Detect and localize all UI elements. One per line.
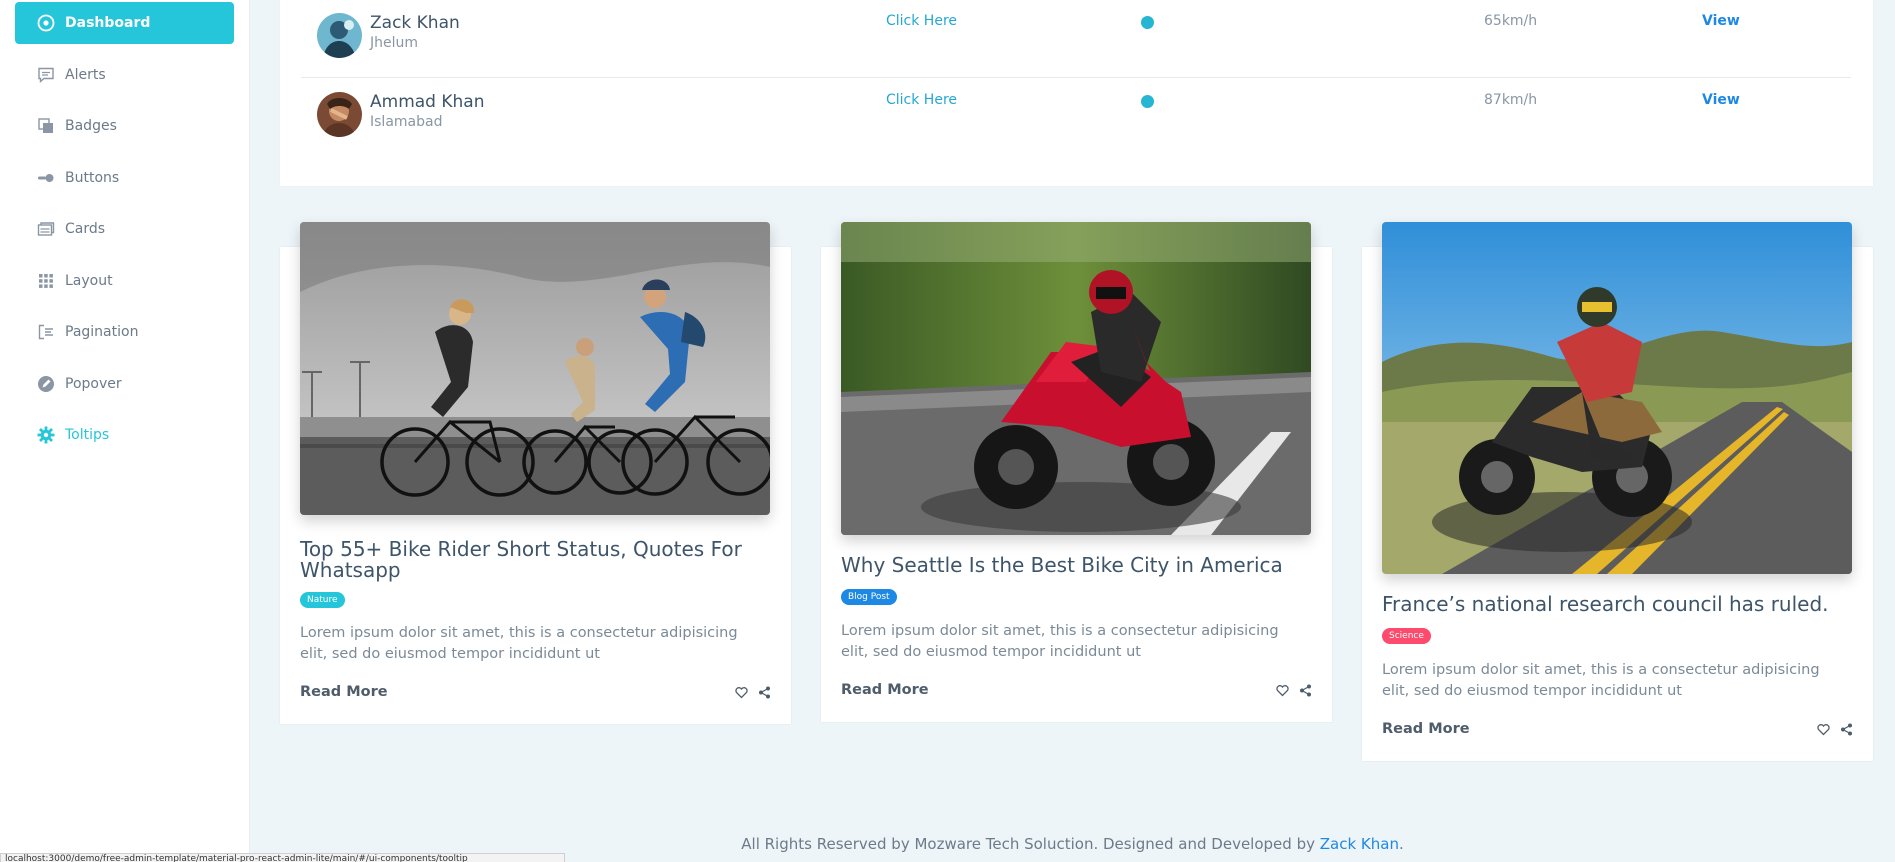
view-link[interactable]: View bbox=[1702, 13, 1740, 29]
sidebar-item-label: Buttons bbox=[65, 169, 120, 186]
avatar bbox=[317, 92, 362, 137]
sidebar-item-popover[interactable]: Popover bbox=[15, 363, 234, 405]
sidebar-item-layout[interactable]: Layout bbox=[15, 260, 234, 302]
browser-status-url: localhost:3000/demo/free-admin-template/… bbox=[0, 853, 565, 862]
status-dot bbox=[1141, 95, 1154, 108]
speed-value: 65km/h bbox=[1484, 13, 1538, 29]
blog-title: France’s national research council has r… bbox=[1382, 592, 1829, 616]
blog-image-road-motorcycle bbox=[1382, 222, 1852, 574]
sidebar-item-label: Badges bbox=[65, 118, 117, 134]
avatar bbox=[317, 13, 362, 58]
rider-name: Zack Khan bbox=[370, 13, 460, 33]
blog-image-cyclists bbox=[300, 222, 770, 515]
gear-icon bbox=[37, 426, 55, 444]
sidebar-nav: Dashboard Alerts Badges Buttons Cards La… bbox=[0, 0, 249, 456]
sidebar-item-dashboard[interactable]: Dashboard bbox=[15, 2, 234, 44]
copy-icon bbox=[37, 117, 55, 135]
sidebar-item-label: Layout bbox=[65, 272, 113, 289]
rider-location: Islamabad bbox=[370, 114, 443, 130]
comment-icon bbox=[37, 66, 55, 84]
share-icon[interactable] bbox=[1299, 684, 1312, 697]
read-more-link[interactable]: Read More bbox=[841, 682, 929, 698]
page-footer: All Rights Reserved by Mozware Tech Solu… bbox=[250, 835, 1895, 853]
edit-icon bbox=[37, 375, 55, 393]
card-actions bbox=[1276, 684, 1312, 697]
card-actions bbox=[1817, 723, 1853, 736]
target-icon bbox=[37, 14, 55, 32]
table-row: Zack Khan Jhelum Click Here 65km/h View bbox=[301, 0, 1851, 78]
sidebar-item-label: Alerts bbox=[65, 66, 106, 83]
riders-table-card: Zack Khan Jhelum Click Here 65km/h View … bbox=[280, 0, 1873, 186]
blog-card: Top 55+ Bike Rider Short Status, Quotes … bbox=[280, 222, 791, 724]
speed-value: 87km/h bbox=[1484, 92, 1538, 108]
status-dot bbox=[1141, 16, 1154, 29]
sidebar-item-label: Dashboard bbox=[65, 15, 151, 31]
share-icon[interactable] bbox=[1840, 723, 1853, 736]
read-more-link[interactable]: Read More bbox=[300, 684, 388, 700]
sidebar-item-label: Cards bbox=[65, 221, 106, 237]
toggle-icon bbox=[37, 169, 55, 187]
sidebar-item-label: Pagination bbox=[65, 324, 139, 340]
blog-image-motorcycle bbox=[841, 222, 1311, 535]
sidebar-item-cards[interactable]: Cards bbox=[15, 208, 234, 250]
share-icon[interactable] bbox=[758, 686, 771, 699]
sidebar-item-label: Toltips bbox=[65, 427, 110, 443]
read-more-link[interactable]: Read More bbox=[1382, 721, 1470, 737]
sidebar: Dashboard Alerts Badges Buttons Cards La… bbox=[0, 0, 250, 862]
blog-title: Why Seattle Is the Best Bike City in Ame… bbox=[841, 553, 1283, 577]
blog-title: Top 55+ Bike Rider Short Status, Quotes … bbox=[300, 537, 742, 582]
category-badge: Nature bbox=[300, 592, 345, 608]
sidebar-item-buttons[interactable]: Buttons bbox=[15, 157, 234, 199]
sidebar-item-alerts[interactable]: Alerts bbox=[15, 54, 234, 96]
blog-description: Lorem ipsum dolor sit amet, this is a co… bbox=[841, 623, 1279, 660]
grid-icon bbox=[37, 272, 55, 290]
heart-icon[interactable] bbox=[735, 686, 748, 699]
blog-card: Why Seattle Is the Best Bike City in Ame… bbox=[821, 222, 1332, 722]
list-icon bbox=[37, 323, 55, 341]
rider-location: Jhelum bbox=[370, 35, 419, 51]
category-badge: Science bbox=[1382, 628, 1431, 644]
sidebar-item-label: Popover bbox=[65, 375, 122, 392]
footer-end: . bbox=[1398, 835, 1404, 853]
sidebar-item-pagination[interactable]: Pagination bbox=[15, 311, 234, 353]
view-link[interactable]: View bbox=[1702, 92, 1740, 108]
rider-name: Ammad Khan bbox=[370, 92, 485, 112]
blog-description: Lorem ipsum dolor sit amet, this is a co… bbox=[1382, 662, 1820, 699]
blog-description: Lorem ipsum dolor sit amet, this is a co… bbox=[300, 625, 738, 662]
blog-card: France’s national research council has r… bbox=[1362, 222, 1873, 761]
heart-icon[interactable] bbox=[1817, 723, 1830, 736]
table-row: Ammad Khan Islamabad Click Here 87km/h V… bbox=[301, 79, 1851, 157]
footer-author-link[interactable]: Zack Khan bbox=[1320, 835, 1399, 853]
cards-icon bbox=[37, 220, 55, 238]
category-badge: Blog Post bbox=[841, 589, 897, 605]
click-here-link[interactable]: Click Here bbox=[886, 92, 957, 108]
click-here-link[interactable]: Click Here bbox=[886, 13, 957, 29]
card-actions bbox=[735, 686, 771, 699]
footer-text: All Rights Reserved by Mozware Tech Solu… bbox=[741, 835, 1320, 853]
sidebar-item-badges[interactable]: Badges bbox=[15, 105, 234, 147]
heart-icon[interactable] bbox=[1276, 684, 1289, 697]
sidebar-item-tooltips[interactable]: Toltips bbox=[15, 414, 234, 456]
